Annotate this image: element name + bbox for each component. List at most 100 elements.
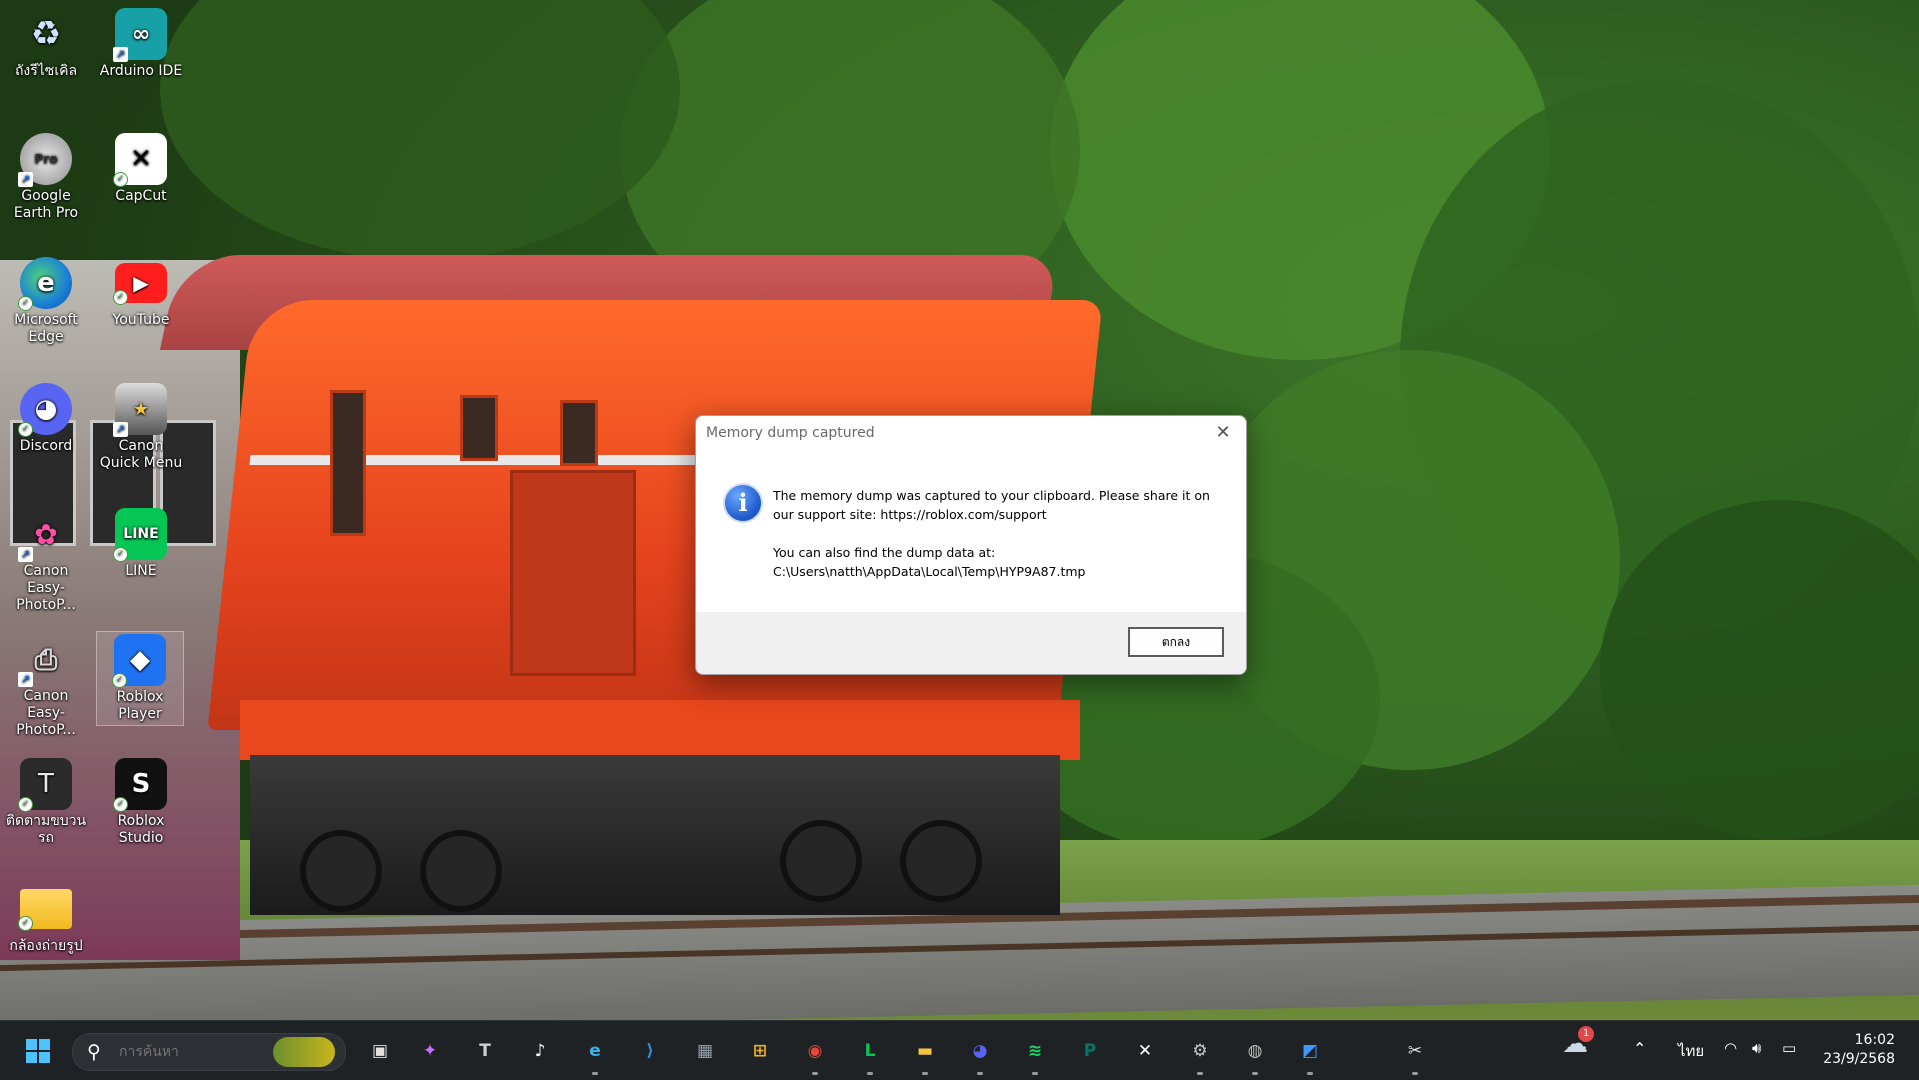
search-icon: ⚲ (87, 1041, 101, 1063)
running-indicator (812, 1072, 818, 1075)
taskbar-spotify-button[interactable]: ≋ (1019, 1035, 1051, 1067)
snipping-tool-icon: ✂ (1407, 1041, 1423, 1061)
taskbar-task-view-button[interactable]: ▣ (364, 1035, 396, 1067)
taskbar-publisher-button[interactable]: P (1074, 1035, 1106, 1067)
taskbar-paint-button[interactable]: ◩ (1294, 1035, 1326, 1067)
running-indicator (1412, 1072, 1418, 1075)
start-button[interactable] (22, 1035, 54, 1067)
taskbar-capcut-button[interactable]: ✕ (1129, 1035, 1161, 1067)
calculator-icon: ▦ (696, 1041, 714, 1061)
search-highlight-image (273, 1037, 335, 1067)
store-icon: ⊞ (752, 1041, 768, 1061)
taskbar-chrome-button[interactable]: ◉ (799, 1035, 831, 1067)
taskbar-edge-button[interactable]: e (579, 1035, 611, 1067)
desktop-icon-canon-quick-menu[interactable]: ★ ↗ Canon Quick Menu (98, 383, 184, 472)
taskbar: ⚲ ▣ ✦ T ♪ e ⟩ ▦ ⊞ ◉ L ▬ ◕ ≋ P ✕ ⚙ ◍ ◩ ✂ ☁ 1 ⌃ ไทย ◠ 🔊︎ ▭ 1… (0, 1020, 1919, 1080)
wifi-icon[interactable]: ◠ (1724, 1039, 1737, 1057)
task-view-icon: ▣ (371, 1041, 389, 1061)
windows-logo-icon (26, 1039, 50, 1063)
clock[interactable]: 16:02 23/9/2568 (1823, 1031, 1895, 1069)
canon-easy-photoprint-icon: ⎙ ↗ (18, 633, 72, 687)
desktop-icon-recycle-bin[interactable]: ♻ ถังรีไซเคิล (3, 8, 89, 80)
wheel (300, 830, 382, 912)
taskbar-google-earth-button[interactable]: ◍ (1239, 1035, 1271, 1067)
dialog-message-dump-path: You can also find the dump data at: C:\U… (773, 545, 1086, 579)
desktop-icon-canon-easy-photoprint-1[interactable]: ✿ ↗ Canon Easy-PhotoP... (3, 508, 89, 614)
google-earth-icon: Pro ↗ (18, 133, 72, 187)
line-icon: LINE ✓ (113, 508, 167, 562)
canon-easy-photoprint-icon: ✿ ↗ (18, 508, 72, 562)
info-icon: i (723, 483, 763, 523)
settings-icon: ⚙ (1192, 1041, 1208, 1061)
arduino-icon: ∞ ↗ (113, 8, 167, 62)
wheel (780, 820, 862, 902)
train-tracker-icon: T ✓ (18, 758, 72, 812)
locomotive-door-window (330, 390, 366, 536)
chrome-icon: ◉ (807, 1041, 823, 1061)
taskbar-snipping-tool-button[interactable]: ✂ (1399, 1035, 1431, 1067)
running-indicator (1197, 1072, 1203, 1075)
desktop-icon-canon-easy-photoprint-2[interactable]: ⎙ ↗ Canon Easy-PhotoP... (3, 633, 89, 739)
taskbar-discord-button[interactable]: ◕ (964, 1035, 996, 1067)
memory-dump-dialog: Memory dump captured ✕ i The memory dump… (695, 415, 1247, 675)
taskbar-file-explorer-button[interactable]: ▬ (909, 1035, 941, 1067)
capcut-icon: ✕ ✓ (113, 133, 167, 187)
roblox-player-icon: ◆ ✓ (112, 634, 166, 688)
desktop-icon-label: Canon Quick Menu (99, 438, 183, 471)
taskbar-tracker-button[interactable]: T (469, 1035, 501, 1067)
taskbar-tiktok-button[interactable]: ♪ (524, 1035, 556, 1067)
search-input[interactable] (117, 1043, 261, 1061)
desktop-icon-label: YouTube (112, 312, 170, 328)
desktop-icon-line[interactable]: LINE ✓ LINE (98, 508, 184, 580)
line-icon: L (864, 1041, 876, 1061)
locomotive-grille (510, 470, 636, 676)
taskbar-copilot-button[interactable]: ✦ (414, 1035, 446, 1067)
dialog-footer: ตกลง (696, 612, 1246, 674)
taskbar-calculator-button[interactable]: ▦ (689, 1035, 721, 1067)
capcut-icon: ✕ (1137, 1041, 1153, 1061)
desktop-icon-edge[interactable]: e ✓ Microsoft Edge (3, 257, 89, 346)
dialog-title: Memory dump captured (706, 425, 875, 441)
recycle-bin-icon: ♻ (30, 13, 62, 54)
vscode-icon: ⟩ (646, 1041, 654, 1061)
wheel (900, 820, 982, 902)
desktop-icon-label: Arduino IDE (99, 63, 183, 79)
weather-widget[interactable]: ☁ 1 (1562, 1026, 1594, 1059)
desktop-icon-discord[interactable]: ◕ ✓ Discord (3, 383, 89, 455)
desktop-icon-label: Google Earth Pro (13, 188, 79, 221)
desktop-icon-camera-folder[interactable]: ✓ กล้องถ่ายรูป (3, 883, 89, 955)
taskbar-store-button[interactable]: ⊞ (744, 1035, 776, 1067)
taskbar-line-button[interactable]: L (854, 1035, 886, 1067)
chevron-up-icon[interactable]: ⌃ (1633, 1039, 1646, 1058)
running-indicator (1032, 1072, 1038, 1075)
battery-icon[interactable]: ▭ (1782, 1039, 1796, 1057)
youtube-icon: ▶ ✓ (113, 263, 167, 305)
volume-icon[interactable]: 🔊︎ (1752, 1039, 1761, 1057)
publisher-icon: P (1083, 1041, 1097, 1061)
running-indicator (1307, 1072, 1313, 1075)
desktop-icon-capcut[interactable]: ✕ ✓ CapCut (98, 133, 184, 205)
edge-icon: e ✓ (18, 257, 72, 311)
dialog-message: The memory dump was captured to your cli… (773, 486, 1223, 600)
taskbar-vscode-button[interactable]: ⟩ (634, 1035, 666, 1067)
ok-button[interactable]: ตกลง (1128, 627, 1224, 657)
taskbar-settings-button[interactable]: ⚙ (1184, 1035, 1216, 1067)
desktop-icon-arduino[interactable]: ∞ ↗ Arduino IDE (98, 8, 184, 80)
desktop-icon-label: Roblox Studio (117, 813, 165, 846)
desktop-icon-train-tracker[interactable]: T ✓ ติดตามขบวนรถ (3, 758, 89, 847)
language-indicator[interactable]: ไทย (1678, 1039, 1704, 1063)
desktop-icon-youtube[interactable]: ▶ ✓ YouTube (98, 257, 184, 329)
train-tracker-glyph: T (38, 768, 54, 799)
folder-icon: ✓ (18, 889, 72, 931)
desktop-icon-roblox-studio[interactable]: S ✓ Roblox Studio (98, 758, 184, 847)
discord-icon: ◕ ✓ (18, 383, 72, 437)
desktop-icon-label: Discord (19, 438, 73, 454)
desktop-icon-label: Microsoft Edge (14, 312, 78, 345)
close-icon[interactable]: ✕ (1212, 422, 1234, 444)
copilot-icon: ✦ (422, 1041, 438, 1061)
desktop-icon-google-earth[interactable]: Pro ↗ Google Earth Pro (3, 133, 89, 222)
taskbar-search[interactable]: ⚲ (72, 1033, 346, 1071)
canon-quick-menu-icon: ★ ↗ (113, 383, 167, 437)
desktop-icon-roblox-player[interactable]: ◆ ✓ Roblox Player (96, 631, 184, 726)
desktop-icon-label: Canon Easy-PhotoP... (16, 563, 76, 613)
